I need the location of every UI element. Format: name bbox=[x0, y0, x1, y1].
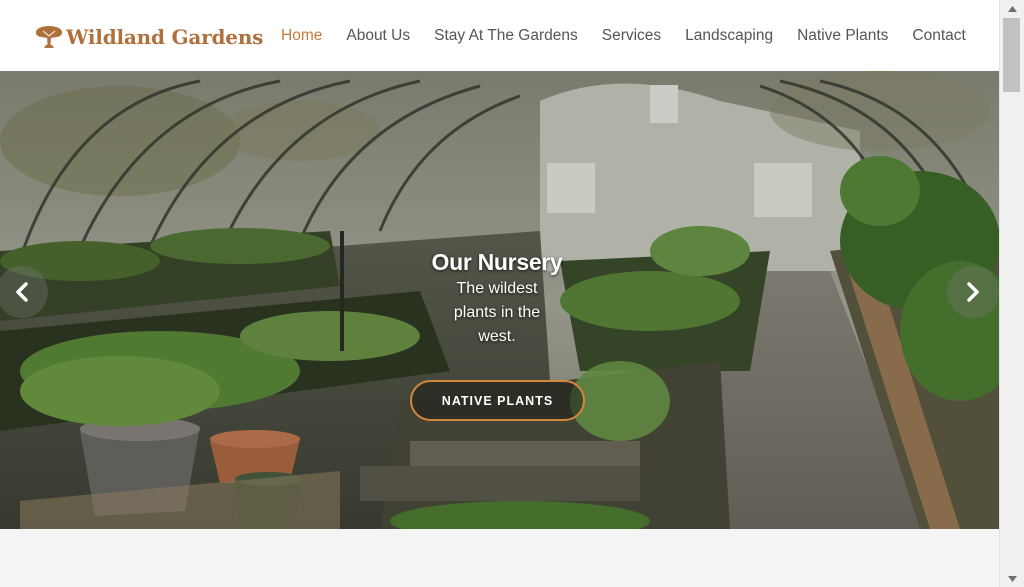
site-logo[interactable]: Wildland Gardens bbox=[34, 22, 263, 52]
site-header: Wildland Gardens Home About Us Stay At T… bbox=[0, 0, 999, 71]
scroll-down-button[interactable] bbox=[1000, 570, 1024, 587]
caret-down-icon bbox=[1007, 575, 1017, 582]
page: Wildland Gardens Home About Us Stay At T… bbox=[0, 0, 1024, 587]
hero-slider: Our Nursery The wildest plants in the we… bbox=[0, 71, 999, 529]
chevron-left-icon bbox=[16, 282, 28, 302]
slider-next-button[interactable] bbox=[947, 266, 999, 318]
scroll-thumb[interactable] bbox=[1003, 18, 1020, 92]
nav-item-about-us[interactable]: About Us bbox=[346, 27, 410, 45]
logo-text: Wildland Gardens bbox=[66, 25, 264, 49]
content-section bbox=[0, 529, 999, 587]
tree-icon bbox=[36, 26, 62, 48]
main-nav: Home About Us Stay At The Gardens Servic… bbox=[281, 24, 966, 48]
scroll-up-button[interactable] bbox=[1000, 0, 1024, 17]
hero-caption: Our Nursery The wildest plants in the we… bbox=[397, 247, 597, 349]
hero-title: Our Nursery bbox=[431, 249, 563, 275]
nav-item-stay-at-the-gardens[interactable]: Stay At The Gardens bbox=[434, 27, 578, 45]
nav-item-home[interactable]: Home bbox=[281, 27, 322, 45]
native-plants-button[interactable]: NATIVE PLANTS bbox=[410, 380, 585, 421]
scrollbar[interactable] bbox=[999, 0, 1024, 587]
nav-item-native-plants[interactable]: Native Plants bbox=[797, 27, 888, 45]
chevron-right-icon bbox=[967, 282, 979, 302]
caret-up-icon bbox=[1007, 5, 1017, 12]
nav-item-contact[interactable]: Contact bbox=[912, 27, 965, 45]
nav-item-services[interactable]: Services bbox=[602, 27, 661, 45]
hero-subtitle: The wildest plants in the west. bbox=[453, 280, 541, 345]
nav-item-landscaping[interactable]: Landscaping bbox=[685, 27, 773, 45]
